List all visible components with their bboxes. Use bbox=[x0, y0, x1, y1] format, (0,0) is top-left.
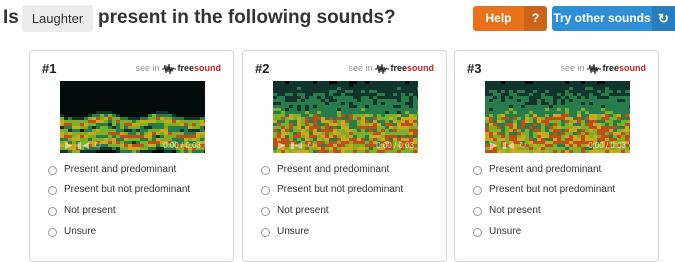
answer-option-label: Present and predominant bbox=[64, 164, 177, 175]
help-button-label: Help bbox=[485, 11, 512, 25]
radio-button-icon[interactable] bbox=[261, 207, 270, 216]
try-other-sounds-button[interactable]: Try other sounds ↻ bbox=[552, 6, 675, 31]
play-icon[interactable]: ▶ bbox=[278, 140, 285, 150]
answer-option-label: Present but not predominant bbox=[277, 184, 404, 195]
loop-icon[interactable]: ↻ bbox=[307, 140, 315, 150]
answer-option-label: Not present bbox=[489, 205, 541, 216]
answer-option-label: Unsure bbox=[489, 226, 522, 237]
sound-number: #3 bbox=[467, 61, 482, 76]
see-in-text: see in bbox=[348, 63, 373, 73]
play-icon[interactable]: ▶ bbox=[490, 140, 497, 150]
time-readout: 0:00 / 0:03 bbox=[588, 141, 626, 150]
radio-button-icon[interactable] bbox=[48, 186, 57, 195]
radio-button-icon[interactable] bbox=[48, 207, 57, 216]
radio-button-icon[interactable] bbox=[473, 228, 482, 237]
freesound-brand-sound: sound bbox=[407, 63, 434, 73]
see-in-text: see in bbox=[135, 63, 160, 73]
answer-option-label: Present but not predominant bbox=[64, 184, 191, 195]
answer-option-label: Unsure bbox=[64, 226, 97, 237]
radio-button-icon[interactable] bbox=[473, 207, 482, 216]
freesound-logo-icon bbox=[162, 63, 177, 74]
radio-button-icon[interactable] bbox=[48, 228, 57, 237]
radio-button-icon[interactable] bbox=[261, 228, 270, 237]
time-readout: 0:00 / 0:03 bbox=[376, 141, 414, 150]
question-prefix: Is bbox=[3, 7, 19, 28]
freesound-link[interactable]: see in freesound bbox=[348, 63, 434, 74]
rewind-icon[interactable]: ▮◀ bbox=[502, 140, 514, 150]
question-header: Is Laughter present in the following sou… bbox=[0, 0, 675, 40]
freesound-brand-sound: sound bbox=[619, 63, 646, 73]
radio-button-icon[interactable] bbox=[473, 166, 482, 175]
freesound-brand-free: free bbox=[390, 63, 407, 73]
try-other-sounds-label: Try other sounds bbox=[553, 11, 651, 25]
freesound-brand-free: free bbox=[602, 63, 619, 73]
sound-card: #1 see in freesound ▶ ▮◀ ↻ 0:00 / 0:03 Present … bbox=[29, 50, 234, 262]
help-button[interactable]: Help ? bbox=[473, 6, 547, 31]
question-suffix: present in the following sounds? bbox=[98, 7, 396, 28]
freesound-brand-sound: sound bbox=[194, 63, 221, 73]
freesound-logo-icon bbox=[587, 63, 602, 74]
sound-tag: Laughter bbox=[22, 5, 93, 32]
spectrogram-player[interactable]: ▶ ▮◀ ↻ 0:00 / 0:03 bbox=[485, 81, 630, 153]
freesound-link[interactable]: see in freesound bbox=[560, 63, 646, 74]
see-in-text: see in bbox=[560, 63, 585, 73]
radio-button-icon[interactable] bbox=[261, 186, 270, 195]
sound-card: #2 see in freesound ▶ ▮◀ ↻ 0:00 / 0:03 Present … bbox=[242, 50, 447, 262]
answer-option-label: Not present bbox=[64, 205, 116, 216]
freesound-link[interactable]: see in freesound bbox=[135, 63, 221, 74]
sound-number: #1 bbox=[42, 61, 57, 76]
answer-option-label: Not present bbox=[277, 205, 329, 216]
help-icon: ? bbox=[524, 6, 547, 31]
radio-button-icon[interactable] bbox=[261, 166, 270, 175]
answer-option-label: Unsure bbox=[277, 226, 310, 237]
answer-option-label: Present but not predominant bbox=[489, 184, 616, 195]
loop-icon[interactable]: ↻ bbox=[94, 140, 102, 150]
answer-option-label: Present and predominant bbox=[277, 164, 390, 175]
answer-option-label: Present and predominant bbox=[489, 164, 602, 175]
sound-number: #2 bbox=[255, 61, 270, 76]
freesound-logo-icon bbox=[375, 63, 390, 74]
refresh-icon: ↻ bbox=[652, 6, 675, 31]
spectrogram-player[interactable]: ▶ ▮◀ ↻ 0:00 / 0:03 bbox=[60, 81, 205, 153]
player-controls: ▶ ▮◀ ↻ 0:00 / 0:03 bbox=[60, 137, 205, 153]
sound-card: #3 see in freesound ▶ ▮◀ ↻ 0:00 / 0:03 Present … bbox=[454, 50, 659, 262]
rewind-icon[interactable]: ▮◀ bbox=[290, 140, 302, 150]
play-icon[interactable]: ▶ bbox=[65, 140, 72, 150]
player-controls: ▶ ▮◀ ↻ 0:00 / 0:03 bbox=[485, 137, 630, 153]
radio-button-icon[interactable] bbox=[473, 186, 482, 195]
spectrogram-player[interactable]: ▶ ▮◀ ↻ 0:00 / 0:03 bbox=[273, 81, 418, 153]
time-readout: 0:00 / 0:03 bbox=[163, 141, 201, 150]
freesound-brand-free: free bbox=[177, 63, 194, 73]
player-controls: ▶ ▮◀ ↻ 0:00 / 0:03 bbox=[273, 137, 418, 153]
loop-icon[interactable]: ↻ bbox=[519, 140, 527, 150]
rewind-icon[interactable]: ▮◀ bbox=[77, 140, 89, 150]
radio-button-icon[interactable] bbox=[48, 166, 57, 175]
